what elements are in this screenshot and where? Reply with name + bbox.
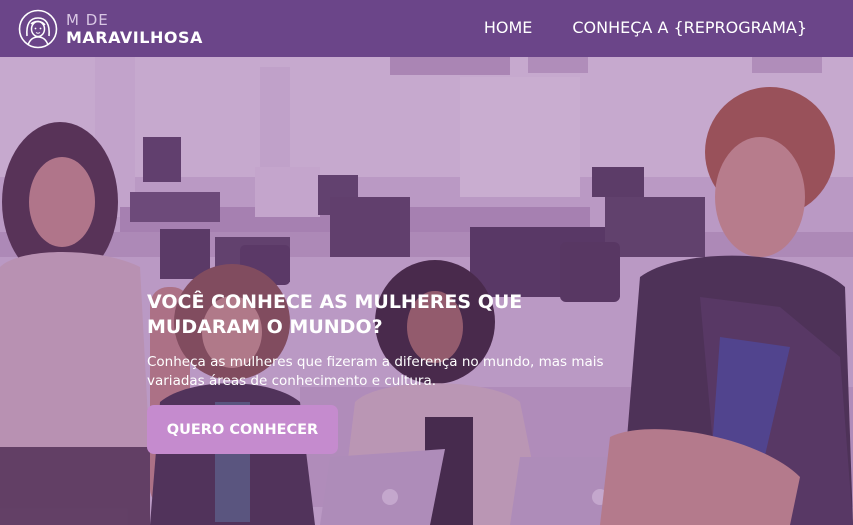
hero-description: Conheça as mulheres que fizeram a difere… (147, 354, 604, 389)
nav-link-home[interactable]: HOME (484, 18, 533, 37)
top-nav-bar: M DE MARAVILHOSA HOME CONHEÇA A {REPROGR… (0, 0, 853, 57)
woman-face-icon (18, 9, 58, 49)
nav-link-reprograma[interactable]: CONHEÇA A {REPROGRAMA} (572, 18, 807, 37)
hero-section: VOCÊ CONHECE AS MULHERES QUE MUDARAM O M… (0, 57, 853, 525)
site-logo[interactable]: M DE MARAVILHOSA (18, 6, 204, 52)
logo-line-2: MARAVILHOSA (66, 27, 203, 47)
quero-conhecer-button[interactable]: QUERO CONHECER (147, 405, 338, 454)
logo-line-1: M DE (66, 10, 109, 29)
hero-title: VOCÊ CONHECE AS MULHERES QUE MUDARAM O M… (147, 291, 523, 338)
main-nav: HOME CONHEÇA A {REPROGRAMA} (484, 18, 807, 37)
logo-text: M DE MARAVILHOSA (66, 10, 203, 47)
